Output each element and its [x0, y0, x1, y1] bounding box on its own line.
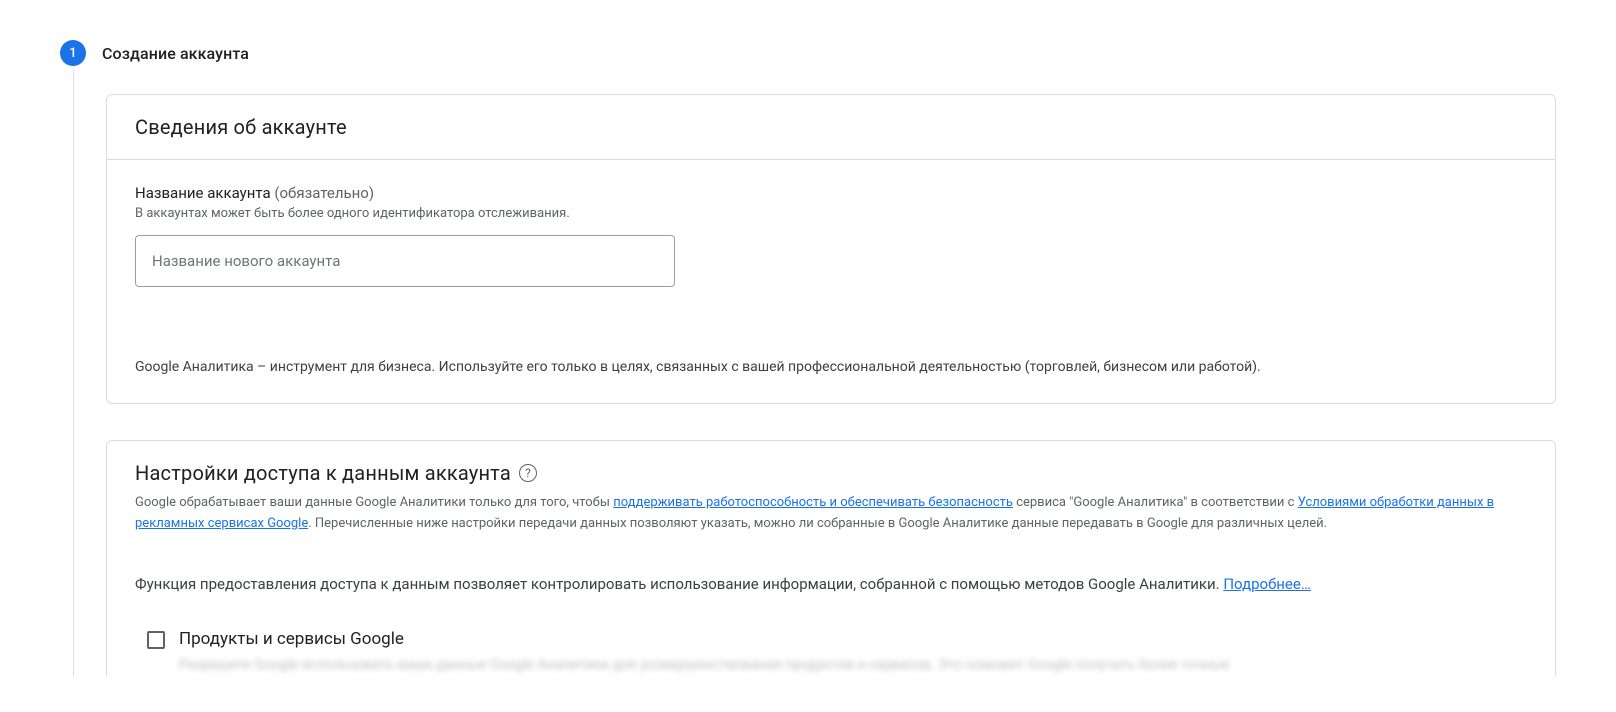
account-name-required: (обязательно): [274, 184, 374, 202]
help-icon[interactable]: ?: [519, 464, 537, 482]
data-sharing-description: Google обрабатывает ваши данные Google А…: [135, 493, 1527, 535]
account-name-label: Название аккаунта (обязательно): [135, 184, 1527, 202]
function-text: Функция предоставления доступа к данным …: [135, 575, 1223, 593]
step-number-badge: 1: [60, 40, 86, 66]
desc-text-1: Google обрабатывает ваши данные Google А…: [135, 495, 613, 510]
step-header: 1 Создание аккаунта: [60, 40, 1556, 66]
learn-more-link[interactable]: Подробнее…: [1223, 575, 1311, 593]
business-note: Google Аналитика – инструмент для бизнес…: [135, 359, 1527, 375]
account-name-hint: В аккаунтах может быть более одного иден…: [135, 206, 1527, 221]
data-sharing-title: Настройки доступа к данным аккаунта: [135, 461, 511, 485]
account-details-card: Сведения об аккаунте Название аккаунта (…: [106, 94, 1556, 404]
security-link[interactable]: поддерживать работоспособность и обеспеч…: [613, 495, 1013, 510]
checkbox-google-products[interactable]: [147, 631, 165, 649]
account-name-label-text: Название аккаунта: [135, 184, 271, 202]
data-sharing-card: Настройки доступа к данным аккаунта ? Go…: [106, 440, 1556, 676]
step-title: Создание аккаунта: [102, 44, 249, 63]
desc-text-3: . Перечисленные ниже настройки передачи …: [308, 516, 1327, 531]
desc-text-2: сервиса "Google Аналитика" в соответстви…: [1013, 495, 1298, 510]
account-details-header: Сведения об аккаунте: [107, 95, 1555, 160]
checkbox-google-products-label: Продукты и сервисы Google: [179, 629, 1229, 649]
step-timeline: [73, 70, 74, 676]
data-function-row: Функция предоставления доступа к данным …: [135, 575, 1527, 593]
checkbox-row-google-products: Продукты и сервисы Google Разрешите Goog…: [147, 629, 1527, 676]
checkbox-google-products-desc: Разрешите Google использовать ваши данны…: [179, 655, 1229, 676]
account-name-input[interactable]: [135, 235, 675, 287]
